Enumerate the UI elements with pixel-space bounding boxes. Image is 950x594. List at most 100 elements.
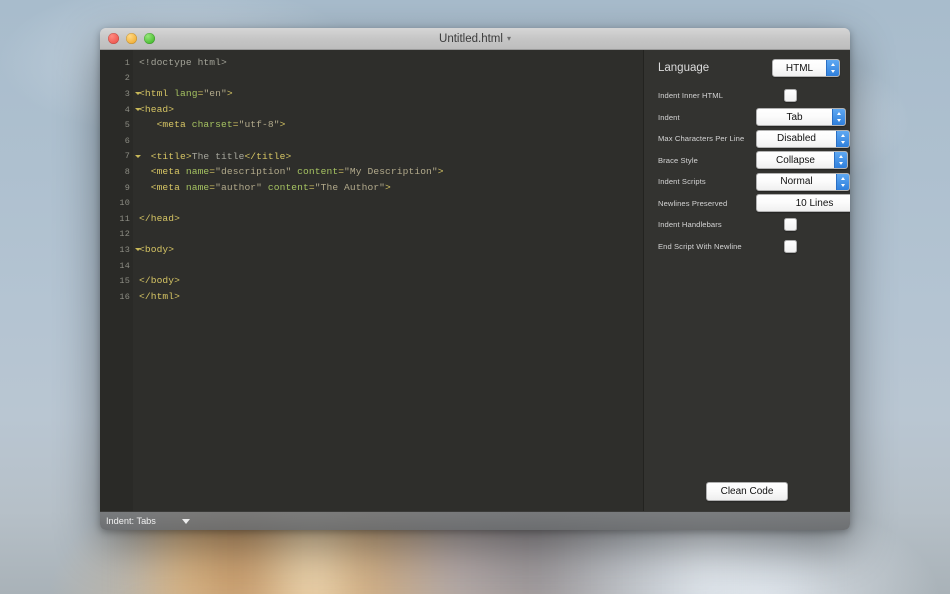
- code-token-tag: <html: [139, 88, 175, 100]
- setting-select-value: Normal: [780, 176, 813, 188]
- code-token-tag: <body>: [139, 244, 175, 256]
- setting-checkbox-end-script-with-newline[interactable]: [784, 239, 797, 253]
- editor-gutter: 1 2 3 4 5 6 7 8 9 10 11 12 13 14 15 16: [100, 50, 141, 511]
- code-token-tag: >: [385, 181, 391, 193]
- line-number: 10: [119, 198, 130, 209]
- setting-select-indent-scripts[interactable]: Normal: [756, 172, 850, 191]
- line-number: 16: [119, 291, 130, 302]
- setting-row: Indent Scripts Normal: [658, 171, 850, 193]
- code-token-val: "en": [203, 88, 227, 100]
- code-token-attr: lang: [174, 88, 198, 100]
- code-token-attr: content: [267, 181, 309, 193]
- gutter-line: 13: [100, 242, 141, 258]
- app-window: Untitled.html ▾ 1 2 3 4 5 6 7 8 9 10 11 12 13 14 15 16 <…: [100, 28, 850, 530]
- settings-rows: Indent Inner HTML Indent Tab Max Characters…: [644, 77, 850, 257]
- stepper-arrows-icon: [834, 152, 847, 169]
- setting-label: Brace Style: [658, 155, 698, 165]
- window-body: 1 2 3 4 5 6 7 8 9 10 11 12 13 14 15 16 <!doctype html> …: [100, 50, 850, 511]
- chevron-down-icon[interactable]: ▾: [507, 28, 511, 49]
- code-line: <!doctype html>: [139, 55, 643, 71]
- language-select[interactable]: HTML: [772, 59, 840, 77]
- stepper-arrows-icon: [836, 173, 849, 190]
- setting-label: Max Characters Per Line: [658, 134, 745, 144]
- stepper-arrows-icon: [826, 60, 839, 76]
- gutter-line: 12: [100, 227, 133, 243]
- setting-row: Indent Tab: [658, 107, 846, 129]
- code-fold-triangle-icon[interactable]: [135, 92, 141, 96]
- code-token-tag: </html>: [139, 290, 181, 302]
- indent-status-label: Indent: Tabs: [106, 516, 156, 526]
- gutter-line: 1: [100, 55, 133, 71]
- triangle-down-icon[interactable]: [181, 518, 190, 524]
- minimize-window-button[interactable]: [126, 33, 137, 44]
- setting-select-brace-style[interactable]: Collapse: [756, 151, 848, 170]
- window-title-wrapper: Untitled.html ▾: [100, 28, 850, 50]
- gutter-line: 4: [100, 102, 141, 118]
- setting-select-max-characters-per-line[interactable]: Disabled: [756, 129, 850, 148]
- code-fold-triangle-icon[interactable]: [135, 248, 141, 252]
- setting-row: Newlines Preserved 10 Lines: [658, 193, 850, 215]
- maximize-window-button[interactable]: [144, 33, 155, 44]
- setting-row: Indent Handlebars: [658, 214, 840, 236]
- window-title: Untitled.html: [439, 32, 503, 45]
- code-line: <title>The title</title>: [139, 149, 643, 165]
- setting-checkbox-indent-handlebars[interactable]: [784, 218, 797, 232]
- gutter-line: 15: [100, 273, 133, 289]
- line-number: 15: [119, 276, 130, 287]
- code-line: <meta name="author" content="The Author"…: [139, 180, 643, 196]
- code-fold-triangle-icon[interactable]: [135, 154, 141, 158]
- code-fold-triangle-icon[interactable]: [135, 108, 141, 112]
- setting-row: Max Characters Per Line Disabled: [658, 128, 850, 150]
- setting-row: End Script With Newline: [658, 236, 840, 258]
- code-line: </head>: [139, 211, 643, 227]
- code-token-tag: </body>: [139, 275, 181, 287]
- line-number: 1: [124, 57, 130, 68]
- gutter-line: 5: [100, 117, 133, 133]
- desktop-background: Untitled.html ▾ 1 2 3 4 5 6 7 8 9 10 11 12 13 14 15 16 <…: [0, 0, 950, 594]
- clean-code-button[interactable]: Clean Code: [705, 482, 789, 501]
- language-row: Language HTML: [644, 50, 850, 77]
- code-editor[interactable]: 1 2 3 4 5 6 7 8 9 10 11 12 13 14 15 16 <!doctype html> …: [100, 50, 643, 511]
- line-number: 2: [124, 73, 130, 84]
- setting-select-newlines-preserved[interactable]: 10 Lines: [756, 194, 850, 213]
- stepper-arrows-icon: [832, 109, 845, 126]
- setting-control-wrapper: [756, 89, 840, 103]
- stepper-arrows-icon: [836, 130, 849, 147]
- language-select-value: HTML: [785, 62, 814, 74]
- setting-checkbox-indent-inner-html[interactable]: [784, 89, 797, 103]
- setting-select-value: Tab: [786, 111, 803, 123]
- code-token-doc: <!doctype html>: [139, 57, 227, 68]
- code-token-val: "description": [215, 166, 292, 178]
- code-token-txt: The title: [191, 150, 245, 162]
- setting-select-indent[interactable]: Tab: [756, 108, 846, 127]
- gutter-line: 11: [100, 211, 133, 227]
- setting-row: Indent Inner HTML: [658, 85, 840, 107]
- code-line: <meta name="description" content="My Des…: [139, 164, 643, 180]
- line-number: 8: [124, 166, 130, 177]
- code-token-val: "My Description": [344, 166, 438, 178]
- code-token-tag: >: [437, 166, 444, 178]
- code-token-tag: <head>: [139, 103, 175, 115]
- close-window-button[interactable]: [108, 33, 119, 44]
- gutter-line: 10: [100, 195, 133, 211]
- gutter-line: 8: [100, 164, 133, 180]
- language-label: Language: [658, 62, 710, 74]
- window-titlebar[interactable]: Untitled.html ▾: [100, 28, 850, 50]
- editor-code-area[interactable]: <!doctype html> <html lang="en"> <head> <…: [133, 50, 643, 511]
- code-token-attr: name: [185, 181, 210, 193]
- gutter-line: 7: [100, 149, 141, 165]
- gutter-line: 14: [100, 258, 133, 274]
- code-line: </html>: [139, 289, 643, 305]
- line-number: 12: [119, 229, 130, 240]
- setting-control-wrapper: Normal: [756, 172, 850, 191]
- setting-select-value: Disabled: [777, 133, 816, 145]
- code-line: <body>: [139, 242, 643, 258]
- code-token-attr: name: [185, 166, 210, 178]
- line-number: 4: [124, 104, 130, 115]
- line-number: 7: [124, 151, 130, 162]
